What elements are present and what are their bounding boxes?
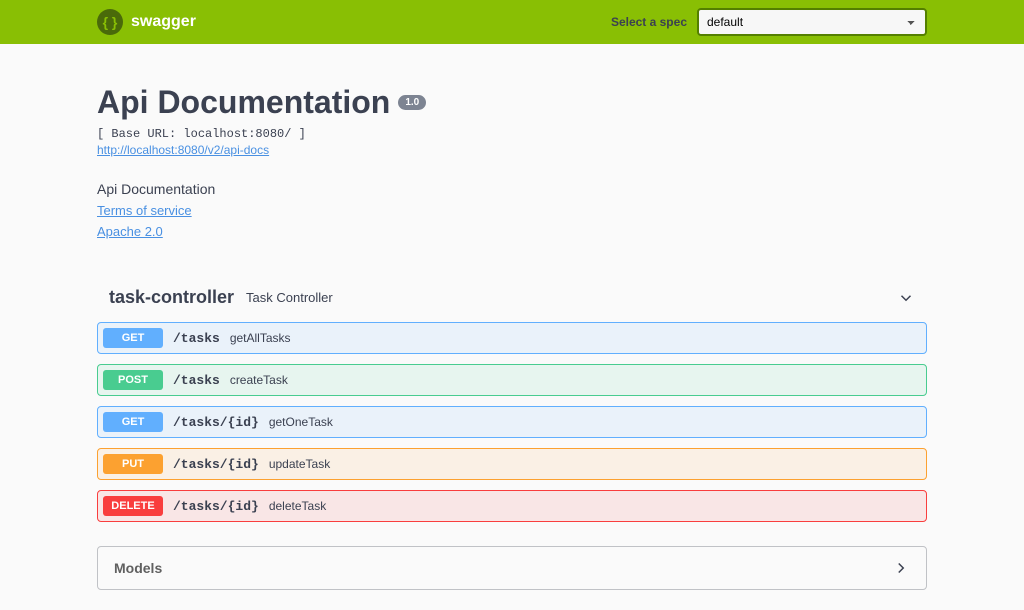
operation-path: /tasks xyxy=(173,373,220,388)
swagger-logo-icon: { } xyxy=(97,9,123,35)
version-badge: 1.0 xyxy=(398,95,426,110)
chevron-down-icon xyxy=(897,289,915,307)
operations-list: GET /tasks getAllTasks POST /tasks creat… xyxy=(97,322,927,522)
method-badge: GET xyxy=(103,328,163,348)
chevron-right-icon xyxy=(892,559,910,577)
tag-section: task-controller Task Controller GET /tas… xyxy=(97,279,927,522)
operation-summary: updateTask xyxy=(269,457,330,471)
swagger-logo[interactable]: { } swagger xyxy=(97,9,196,35)
operation-path: /tasks xyxy=(173,331,220,346)
operation-get-tasks[interactable]: GET /tasks getAllTasks xyxy=(97,322,927,354)
operation-path: /tasks/{id} xyxy=(173,457,259,472)
operation-get-task-by-id[interactable]: GET /tasks/{id} getOneTask xyxy=(97,406,927,438)
operation-summary: getOneTask xyxy=(269,415,333,429)
license-link[interactable]: Apache 2.0 xyxy=(97,224,163,239)
method-badge: DELETE xyxy=(103,496,163,516)
api-description: Api Documentation xyxy=(97,181,927,197)
tag-description: Task Controller xyxy=(246,290,897,305)
operation-delete-task[interactable]: DELETE /tasks/{id} deleteTask xyxy=(97,490,927,522)
base-url: [ Base URL: localhost:8080/ ] xyxy=(97,127,927,141)
method-badge: GET xyxy=(103,412,163,432)
api-title: Api Documentation 1.0 xyxy=(97,84,927,121)
method-badge: POST xyxy=(103,370,163,390)
operation-summary: createTask xyxy=(230,373,288,387)
spec-select[interactable]: default xyxy=(697,8,927,36)
spec-selector-label: Select a spec xyxy=(611,15,687,29)
terms-of-service-link[interactable]: Terms of service xyxy=(97,203,192,218)
operation-path: /tasks/{id} xyxy=(173,415,259,430)
spec-selector: Select a spec default xyxy=(611,8,927,36)
models-header[interactable]: Models xyxy=(98,547,926,589)
topbar: { } swagger Select a spec default xyxy=(0,0,1024,44)
models-section: Models xyxy=(97,546,927,590)
operation-summary: deleteTask xyxy=(269,499,326,513)
models-title: Models xyxy=(114,560,162,576)
operation-put-task[interactable]: PUT /tasks/{id} updateTask xyxy=(97,448,927,480)
api-docs-link[interactable]: http://localhost:8080/v2/api-docs xyxy=(97,143,269,157)
tag-name: task-controller xyxy=(109,287,234,308)
operation-summary: getAllTasks xyxy=(230,331,291,345)
operation-path: /tasks/{id} xyxy=(173,499,259,514)
operation-post-tasks[interactable]: POST /tasks createTask xyxy=(97,364,927,396)
swagger-logo-text: swagger xyxy=(131,13,196,31)
method-badge: PUT xyxy=(103,454,163,474)
api-info: Api Documentation 1.0 [ Base URL: localh… xyxy=(97,84,927,239)
tag-header[interactable]: task-controller Task Controller xyxy=(97,279,927,316)
